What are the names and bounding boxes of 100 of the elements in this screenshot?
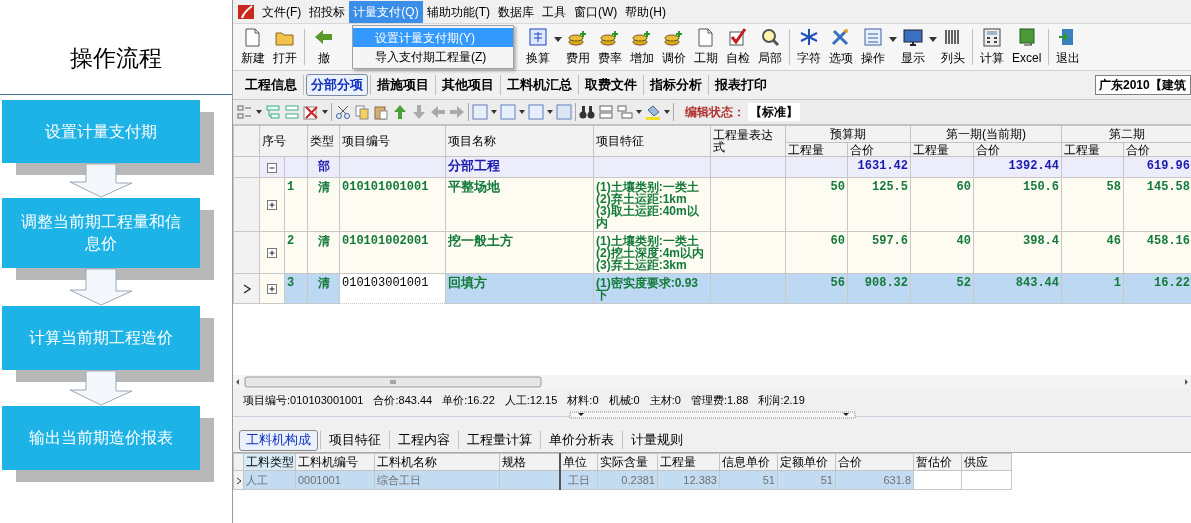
column-header: 项目名称 <box>445 125 594 157</box>
toolbar-button[interactable]: 操作 <box>857 26 889 68</box>
menu-item[interactable]: 数据库 <box>494 0 538 23</box>
toolbar-button[interactable]: 工期 <box>690 26 722 68</box>
table-cell: 52 <box>910 273 974 304</box>
toolbar-button[interactable]: 选项 <box>825 26 857 68</box>
toolbar-button[interactable]: 费用 <box>562 26 594 68</box>
list-icon <box>598 104 614 120</box>
table-cell: (1)土壤类别:一类土 (2)挖土深度:4m以内 (3)弃土运距:3km <box>593 231 711 274</box>
tab[interactable]: 工程内容 <box>392 429 456 451</box>
tab[interactable]: 工料机构成 <box>239 429 318 451</box>
square-icon <box>556 104 572 120</box>
table-cell: 50 <box>785 177 848 232</box>
square-icon <box>472 104 488 120</box>
column-header: 工程量 <box>657 453 720 471</box>
toolbar-button[interactable]: 列头 <box>937 26 969 68</box>
toolbar-button[interactable]: 显示 <box>897 26 929 68</box>
column-header: 第二期 <box>1061 125 1191 143</box>
toolbar-button[interactable]: 局部 <box>754 26 786 68</box>
table-cell: 挖一般土方 <box>445 231 594 274</box>
status-value: 【标准】 <box>748 103 800 121</box>
table-cell: 回填方 <box>445 273 594 304</box>
copy-icon <box>354 104 370 120</box>
tab[interactable]: 单价分析表 <box>543 429 620 451</box>
menu-item[interactable]: 招投标 <box>305 0 350 23</box>
tab[interactable]: 项目特征 <box>323 429 387 451</box>
monitor-icon <box>901 27 925 47</box>
column-header: 序号 <box>259 125 308 157</box>
caret-icon <box>519 110 525 114</box>
table-cell: 010101001001 <box>339 177 446 232</box>
table-cell: 清 <box>307 177 340 232</box>
menu-option[interactable]: 导入支付期工程量(Z) <box>353 47 513 66</box>
tab[interactable]: 报表打印 <box>711 74 771 96</box>
table-cell: 16.22 <box>1123 273 1191 304</box>
collapse-icon[interactable] <box>267 162 277 173</box>
column-header: 合价 <box>835 453 914 471</box>
expand-icon[interactable] <box>267 284 277 295</box>
toolbar-button[interactable]: 打开 <box>269 26 301 68</box>
toolbar-button[interactable]: 退出 <box>1052 26 1085 68</box>
square-icon <box>528 104 544 120</box>
expand-icon[interactable] <box>267 248 277 259</box>
column-header: 项目编号 <box>339 125 446 157</box>
toolbar-button[interactable]: 调价 <box>658 26 690 68</box>
table-cell: 平整场地 <box>445 177 594 232</box>
column-header: 单位 <box>559 453 598 471</box>
table-cell: 58 <box>1061 177 1124 232</box>
column-header: 工料机编号 <box>295 453 375 471</box>
table-cell: 843.44 <box>973 273 1062 304</box>
tab[interactable]: 工程量计算 <box>461 429 538 451</box>
status-label: 编辑状态： <box>685 104 745 121</box>
info-text: 主材:0 <box>649 392 681 408</box>
table-cell: 597.6 <box>847 231 911 274</box>
expand-icon[interactable] <box>267 200 277 211</box>
toolbar-button[interactable]: 费率 <box>594 26 626 68</box>
tree-icon <box>265 104 281 120</box>
caret-icon <box>256 110 262 114</box>
tab[interactable]: 指标分析 <box>646 74 706 96</box>
table-cell: 56 <box>785 273 848 304</box>
toolbar-button[interactable]: 换算 <box>522 26 554 68</box>
arrow-left-icon <box>430 104 446 120</box>
toolbar-button[interactable]: 撤 <box>308 26 340 68</box>
column-header: 规格 <box>499 453 560 471</box>
menu-item[interactable]: 窗口(W) <box>570 0 622 23</box>
column-header: 暂估价 <box>913 453 962 471</box>
region-dropdown[interactable]: 广东2010【建筑 <box>1095 75 1191 95</box>
menu-item[interactable]: 文件(F) <box>258 0 306 23</box>
toolbar-button[interactable]: 自检 <box>722 26 754 68</box>
tab[interactable]: 其他项目 <box>438 74 498 96</box>
calculator-icon <box>980 27 1004 47</box>
caret-icon <box>491 110 497 114</box>
column-header: 供应 <box>961 453 1012 471</box>
bucket-icon <box>645 104 661 120</box>
column-header: 第一期(当前期) <box>910 125 1062 143</box>
toolbar-button[interactable]: 字符 <box>793 26 825 68</box>
tab[interactable]: 取费文件 <box>581 74 641 96</box>
table-cell: 010103001001 <box>339 273 446 304</box>
arrow-right-icon <box>449 104 465 120</box>
toolbar-button[interactable]: 计算 <box>976 26 1008 68</box>
info-text: 单价:16.22 <box>442 392 495 408</box>
toolbar-button[interactable]: 增加 <box>626 26 658 68</box>
paste-icon <box>373 104 389 120</box>
menu-item[interactable]: 辅助功能(T) <box>422 0 494 23</box>
app-logo-icon <box>236 2 256 21</box>
tab[interactable]: 计量规则 <box>625 429 689 451</box>
selected-row[interactable]: 3 清 010103001001 回填方 (1)密实度要求:0.93下 56 908.32 52 843.44 1 16.22 <box>233 273 1191 304</box>
column-header: 项目特征 <box>593 125 711 157</box>
menu-item[interactable]: 工具 <box>538 0 570 23</box>
column-header: 定额单价 <box>777 453 836 471</box>
tree-icon <box>284 104 300 120</box>
column-header: 类型 <box>307 125 340 157</box>
menu-item[interactable]: 帮助(H) <box>621 0 670 23</box>
tab[interactable]: 工料机汇总 <box>503 74 576 96</box>
table-cell: 46 <box>1061 231 1124 274</box>
list-icon <box>861 27 885 47</box>
tab[interactable]: 分部分项 <box>306 74 368 96</box>
toolbar-button[interactable]: 新建 <box>237 26 269 68</box>
toolbar-button[interactable]: Excel <box>1008 26 1046 68</box>
column-header: 实际含量 <box>597 453 658 471</box>
tab[interactable]: 措施项目 <box>373 74 433 96</box>
tab[interactable]: 工程信息 <box>241 74 301 96</box>
